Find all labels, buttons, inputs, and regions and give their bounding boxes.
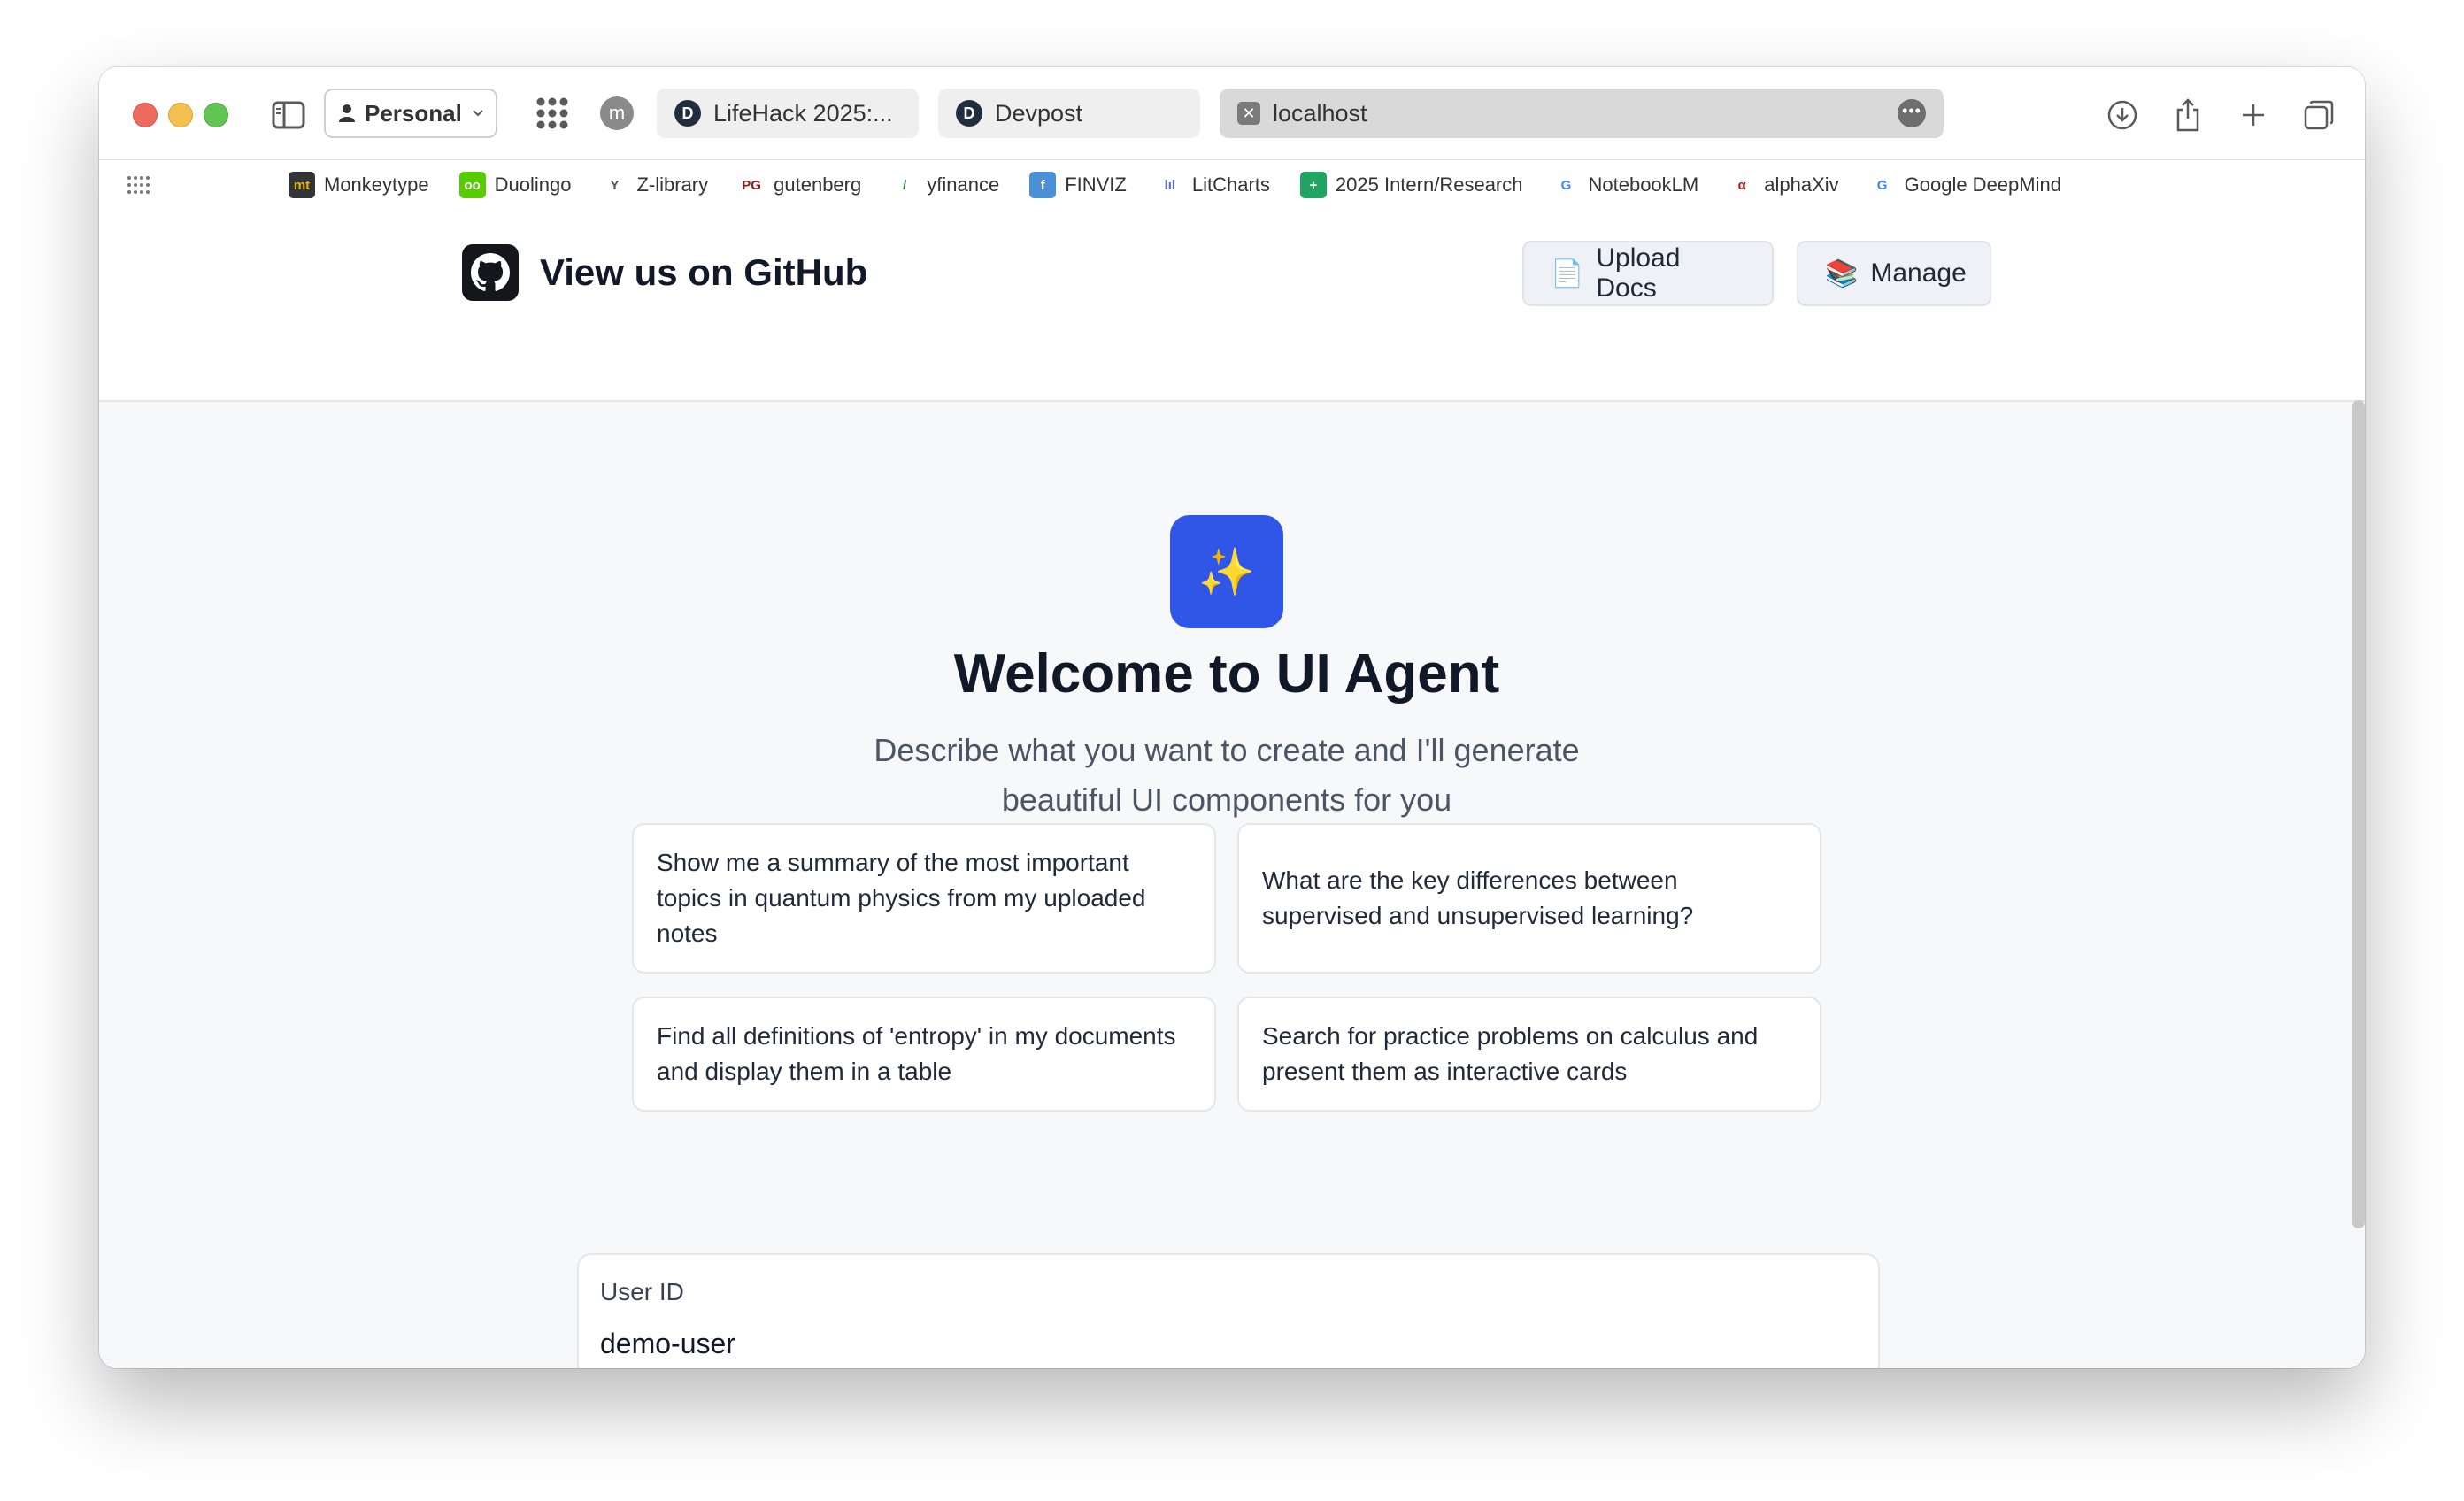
chevron-down-icon	[473, 110, 483, 117]
person-icon	[339, 104, 355, 122]
bookmark-label: Duolingo	[494, 173, 572, 196]
bookmark-favicon-icon: lıl	[1156, 172, 1183, 198]
suggestion-text: Search for practice problems on calculus…	[1262, 1022, 1759, 1085]
bookmark-favicon-icon: /	[891, 172, 919, 198]
manage-label: Manage	[1870, 258, 1967, 288]
suggestion-text: Show me a summary of the most important …	[657, 849, 1146, 947]
bookmark-label: 2025 Intern/Research	[1335, 173, 1523, 196]
bookmark-item[interactable]: G NotebookLM	[1552, 169, 1698, 201]
new-tab-plus-icon[interactable]	[2232, 94, 2275, 136]
bookmark-item[interactable]: G Google DeepMind	[1868, 169, 2061, 201]
user-id-label: User ID	[600, 1278, 684, 1305]
bookmark-item[interactable]: α alphaXiv	[1729, 169, 1839, 201]
tab-lifehack[interactable]: D LifeHack 2025:...	[657, 89, 919, 138]
zoom-window-button[interactable]	[204, 103, 228, 127]
bookmark-label: NotebookLM	[1588, 173, 1699, 196]
github-icon	[462, 244, 519, 301]
minimize-window-button[interactable]	[168, 103, 193, 127]
tab-overview-grid-icon[interactable]	[531, 92, 574, 135]
suggestion-card[interactable]: Search for practice problems on calculus…	[1237, 997, 1821, 1112]
browser-toolbar: Personal m D LifeHack 2025:... D Devpost…	[99, 67, 2365, 159]
app-header: View us on GitHub 📄 Upload Docs 📚 Manage	[99, 212, 2365, 402]
bookmark-item[interactable]: +2025 Intern/Research	[1299, 169, 1523, 201]
user-id-field[interactable]: demo-user	[600, 1328, 735, 1360]
github-link-label: View us on GitHub	[540, 251, 868, 293]
app-page: View us on GitHub 📄 Upload Docs 📚 Manage…	[99, 212, 2365, 1368]
bookmark-favicon-icon: PG	[738, 172, 766, 198]
tab-localhost-active[interactable]: ✕ localhost •••	[1220, 89, 1944, 138]
bookmark-item[interactable]: oo Duolingo	[458, 169, 572, 201]
bookmark-label: Google DeepMind	[1904, 173, 2061, 196]
bookmarks-list: mt Monkeytype oo Duolingo Y Z-library PG gutenb…	[289, 169, 2061, 201]
apps-grid-icon[interactable]	[126, 174, 152, 196]
bookmark-favicon-icon: G	[1552, 172, 1580, 198]
download-icon[interactable]	[2101, 94, 2144, 136]
books-icon: 📚	[1825, 258, 1859, 289]
bookmark-label: FINVIZ	[1065, 173, 1127, 196]
bookmark-favicon-icon: f	[1029, 172, 1057, 198]
tab-label: localhost	[1273, 99, 1367, 127]
upload-docs-button[interactable]: 📄 Upload Docs	[1522, 241, 1774, 306]
upload-docs-label: Upload Docs	[1596, 243, 1681, 303]
suggestion-text: Find all definitions of 'entropy' in my …	[657, 1022, 1176, 1085]
document-icon: 📄	[1551, 258, 1584, 289]
bookmark-label: alphaXiv	[1764, 173, 1839, 196]
devpost-logo-icon: D	[674, 100, 701, 127]
close-tab-icon[interactable]: ✕	[1237, 102, 1260, 125]
bookmark-item[interactable]: / yfinance	[891, 169, 999, 201]
bookmark-label: Monkeytype	[324, 173, 429, 196]
sparkles-icon: ✨	[1170, 515, 1283, 628]
bookmark-label: yfinance	[927, 173, 1000, 196]
bookmarks-bar: mt Monkeytype oo Duolingo Y Z-library PG gutenb…	[99, 159, 2365, 213]
pinned-tab-avatar[interactable]: m	[600, 96, 634, 130]
tab-overview-icon[interactable]	[2298, 94, 2340, 136]
profile-switcher-button[interactable]: Personal	[324, 89, 497, 138]
bookmark-item[interactable]: Y Z-library	[601, 169, 708, 201]
devpost-logo-icon: D	[956, 100, 982, 127]
bookmark-item[interactable]: PG gutenberg	[738, 169, 861, 201]
profile-label: Personal	[365, 99, 462, 127]
suggestion-card[interactable]: What are the key differences between sup…	[1237, 823, 1821, 974]
bookmark-favicon-icon: G	[1868, 172, 1896, 198]
manage-button[interactable]: 📚 Manage	[1797, 241, 1991, 306]
bookmark-favicon-icon: Y	[601, 172, 628, 198]
bookmark-item[interactable]: lıl LitCharts	[1156, 169, 1270, 201]
github-link[interactable]: View us on GitHub	[462, 244, 867, 301]
welcome-title: Welcome to UI Agent	[953, 643, 1500, 704]
bookmark-item[interactable]: f FINVIZ	[1029, 169, 1127, 201]
browser-window: Personal m D LifeHack 2025:... D Devpost…	[99, 67, 2365, 1368]
more-options-icon[interactable]: •••	[1898, 99, 1926, 127]
suggestion-card[interactable]: Show me a summary of the most important …	[632, 823, 1216, 974]
bookmark-item[interactable]: mt Monkeytype	[289, 169, 429, 201]
bookmark-label: gutenberg	[774, 173, 862, 196]
bookmark-label: LitCharts	[1191, 173, 1270, 196]
sidebar-toggle-icon[interactable]	[269, 96, 308, 135]
bookmark-favicon-icon: α	[1729, 172, 1756, 198]
suggestion-card[interactable]: Find all definitions of 'entropy' in my …	[632, 997, 1216, 1112]
bookmark-favicon-icon: +	[1299, 172, 1327, 198]
page-scrollbar[interactable]	[2352, 400, 2365, 1228]
tab-label: Devpost	[995, 99, 1083, 127]
bookmark-favicon-icon: oo	[458, 172, 486, 198]
user-id-panel: User ID demo-user	[577, 1253, 1880, 1368]
tab-devpost[interactable]: D Devpost	[938, 89, 1200, 138]
close-window-button[interactable]	[133, 103, 158, 127]
welcome-subtitle: Describe what you want to create and I'l…	[874, 732, 1580, 818]
suggestion-text: What are the key differences between sup…	[1262, 866, 1694, 929]
bookmark-favicon-icon: mt	[289, 172, 315, 198]
share-icon[interactable]	[2167, 94, 2209, 136]
bookmark-label: Z-library	[636, 173, 709, 196]
tab-label: LifeHack 2025:...	[713, 99, 893, 127]
